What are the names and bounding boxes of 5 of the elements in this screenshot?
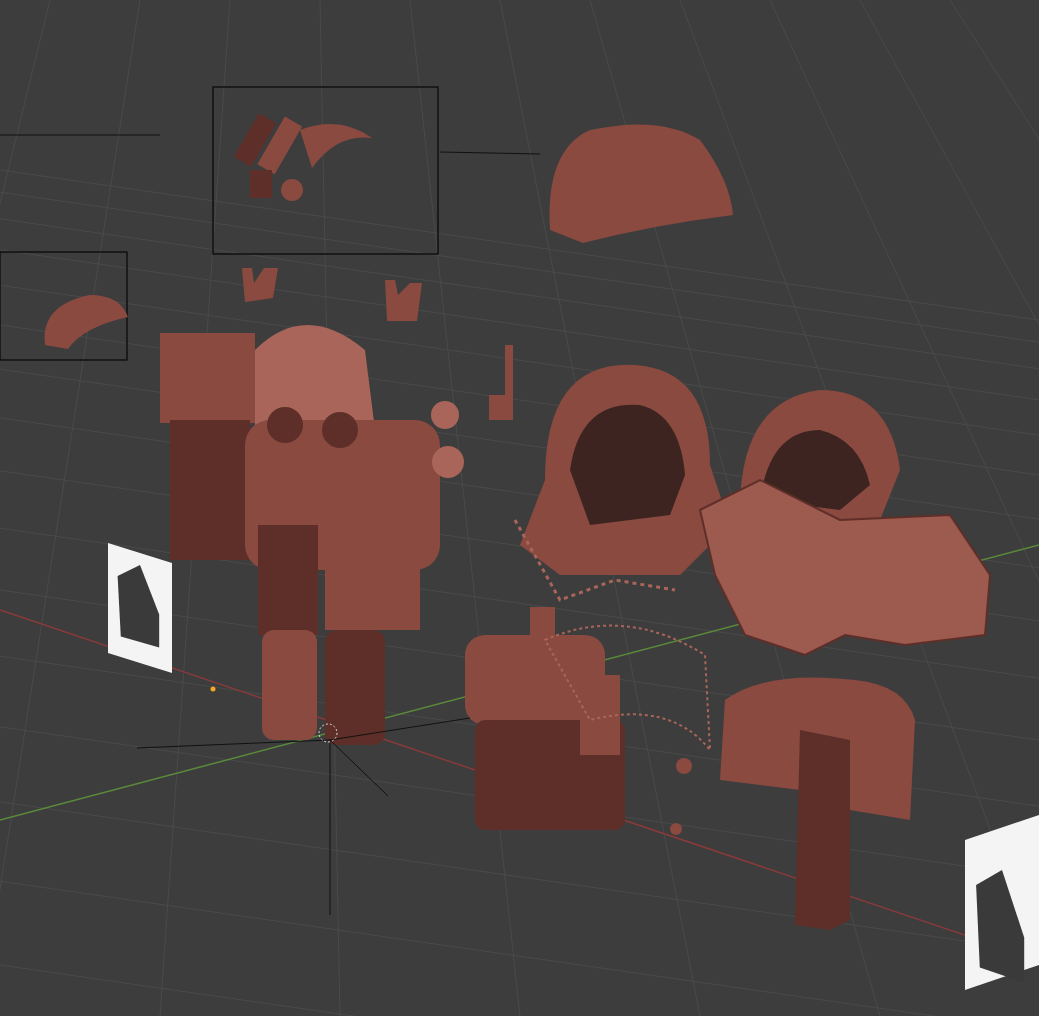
origin-point-icon — [210, 686, 216, 692]
sphere-drawing — [670, 823, 682, 835]
clip-piece-drawing — [385, 280, 422, 321]
sphere-drawing — [676, 758, 692, 774]
clip-piece-drawing — [242, 268, 278, 302]
